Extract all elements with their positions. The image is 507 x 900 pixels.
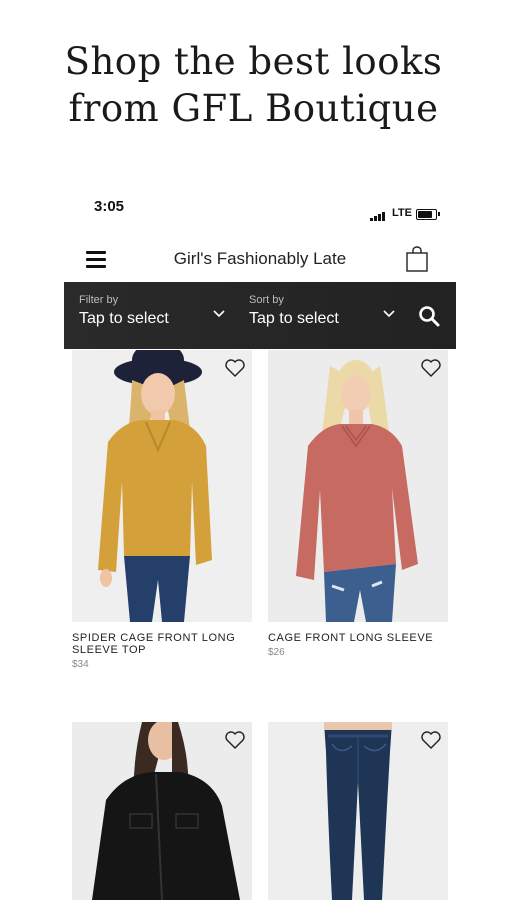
product-price: $26 bbox=[268, 647, 285, 658]
sort-label: Sort by bbox=[249, 294, 284, 306]
favorite-heart-icon[interactable] bbox=[420, 730, 442, 750]
battery-icon bbox=[416, 209, 440, 220]
shopping-bag-icon[interactable] bbox=[406, 246, 428, 272]
status-time: 3:05 bbox=[94, 198, 125, 215]
product-image[interactable] bbox=[268, 350, 448, 622]
status-bar: 3:05 LTE bbox=[64, 192, 456, 232]
product-image[interactable] bbox=[268, 722, 448, 900]
app-title: Girl's Fashionably Late bbox=[173, 249, 347, 268]
filter-label: Filter by bbox=[79, 294, 119, 306]
signal-icon bbox=[370, 211, 390, 221]
product-card[interactable]: SPIDER CAGE FRONT LONG SLEEVE TOP $34 bbox=[72, 350, 252, 670]
filter-sort-bar: Filter by Tap to select Sort by Tap to s… bbox=[64, 282, 456, 349]
promo-line-2: from GFL Boutique bbox=[68, 87, 439, 130]
promo-line-1: Shop the best looks bbox=[64, 40, 443, 83]
filter-chevron-down-icon[interactable] bbox=[212, 309, 226, 319]
search-icon[interactable] bbox=[417, 304, 441, 328]
sort-chevron-down-icon[interactable] bbox=[382, 309, 396, 319]
product-card[interactable] bbox=[72, 722, 252, 900]
favorite-heart-icon[interactable] bbox=[224, 358, 246, 378]
favorite-heart-icon[interactable] bbox=[420, 358, 442, 378]
favorite-heart-icon[interactable] bbox=[224, 730, 246, 750]
product-image[interactable] bbox=[72, 722, 252, 900]
promo-headline: Shop the best looks from GFL Boutique bbox=[0, 38, 507, 132]
product-price: $34 bbox=[72, 659, 89, 670]
product-name[interactable]: CAGE FRONT LONG SLEEVE bbox=[268, 632, 448, 644]
nav-bar: Girl's Fashionably Late bbox=[64, 238, 456, 282]
network-label: LTE bbox=[392, 207, 412, 219]
product-card[interactable] bbox=[268, 722, 448, 900]
product-image[interactable] bbox=[72, 350, 252, 622]
product-name[interactable]: SPIDER CAGE FRONT LONG SLEEVE TOP bbox=[72, 632, 252, 656]
product-card[interactable]: CAGE FRONT LONG SLEEVE $26 bbox=[268, 350, 448, 658]
